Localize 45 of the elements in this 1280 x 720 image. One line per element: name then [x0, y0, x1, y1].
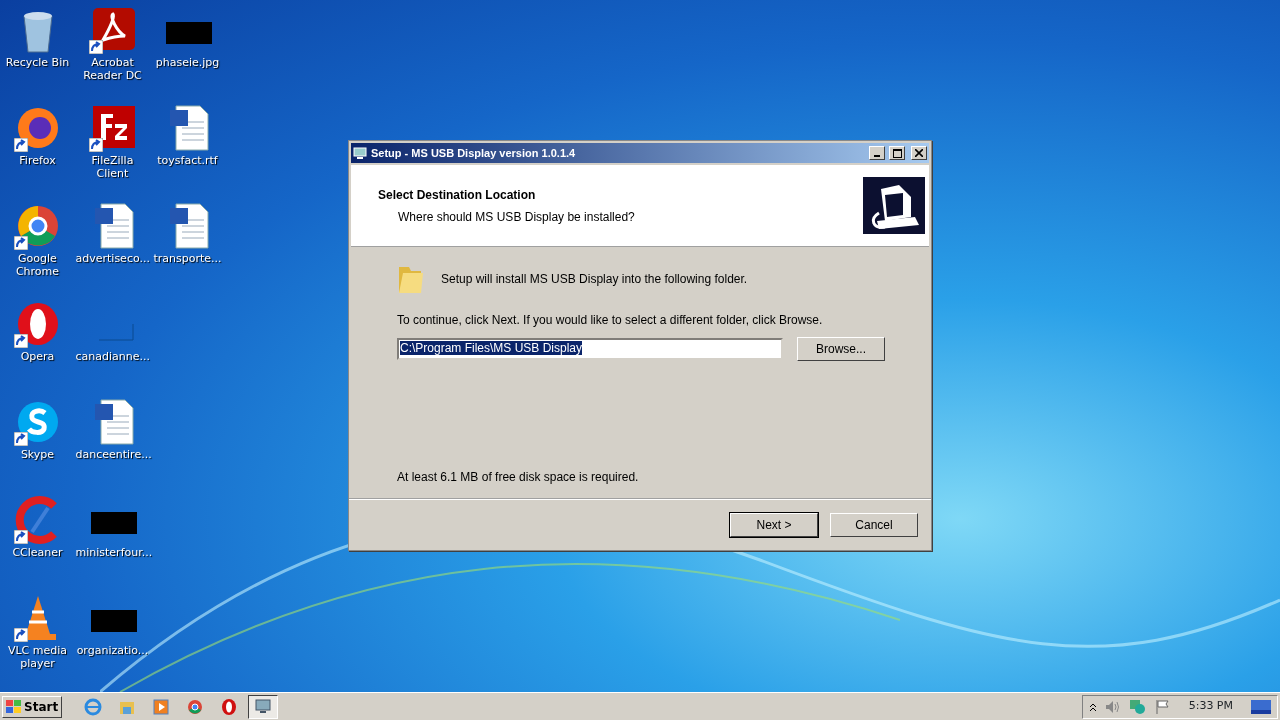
desktop-icon-label[interactable]: Recycle Bin: [5, 56, 70, 69]
cancel-button[interactable]: Cancel: [830, 512, 918, 537]
window-title: Setup - MS USB Display version 1.0.1.4: [371, 145, 577, 161]
desktop-icon-label[interactable]: CCleaner: [12, 546, 63, 559]
maximize-icon: [892, 148, 902, 158]
desktop-icon-label[interactable]: FileZilla Client: [75, 154, 150, 180]
page-subtitle: Where should MS USB Display be installed?: [397, 208, 636, 226]
close-button[interactable]: [911, 146, 927, 160]
browser-e-icon: [84, 697, 103, 716]
desktop-icon-label[interactable]: Skype: [20, 448, 55, 461]
chevron-up-icon[interactable]: [1088, 701, 1097, 712]
installer-logo-icon: [863, 177, 925, 234]
desktop-icon-label[interactable]: VLC media player: [0, 644, 75, 670]
next-button[interactable]: Next >: [730, 512, 818, 537]
desktop-icon-label[interactable]: Acrobat Reader DC: [75, 56, 150, 82]
windows-logo-icon: [6, 699, 22, 714]
monitor-icon: [254, 697, 273, 716]
instruction-text: To continue, click Next. If you would like to select a different folder, click Browse.: [397, 312, 824, 329]
desktop-icon-label[interactable]: transporte...: [153, 252, 222, 265]
minimize-button[interactable]: [869, 146, 885, 160]
intro-text: Setup will install MS USB Display into the following folder.: [441, 271, 748, 288]
letter-o-icon: [220, 697, 239, 716]
path-field[interactable]: C:\Program Files\MS USB Display: [397, 338, 783, 360]
maximize-button[interactable]: [889, 146, 905, 160]
browse-button[interactable]: Browse...: [797, 337, 885, 361]
desktop-icon-label[interactable]: Opera: [20, 350, 55, 363]
play-icon: [152, 697, 171, 716]
desktop-icon-label[interactable]: Google Chrome: [0, 252, 75, 278]
browser-icon: [186, 697, 205, 716]
desktop-icon-label[interactable]: toysfact.rtf: [157, 154, 218, 167]
desktop-icon-label[interactable]: Firefox: [19, 154, 56, 167]
desktop-icon-label[interactable]: advertiseco...: [75, 252, 150, 265]
desktop-icon-label[interactable]: phaseie.jpg: [155, 56, 220, 69]
show-desktop-icon[interactable]: [1251, 699, 1271, 714]
taskbar-button[interactable]: [248, 694, 279, 719]
disk-space-text: At least 6.1 MB of free disk space is required.: [397, 469, 640, 486]
close-icon: [915, 149, 923, 157]
desktop-icon-label[interactable]: danceentire...: [75, 448, 150, 461]
desktop-icon-label[interactable]: organizatio...: [76, 644, 149, 657]
desktop-icon-label[interactable]: canadianne...: [75, 350, 150, 363]
start-button[interactable]: Start: [2, 695, 63, 718]
page-title: Select Destination Location: [378, 186, 537, 204]
desktop-icon-label[interactable]: ministerfour...: [75, 546, 150, 559]
flag-icon[interactable]: [1154, 698, 1171, 715]
monitor-icon: [353, 147, 367, 159]
